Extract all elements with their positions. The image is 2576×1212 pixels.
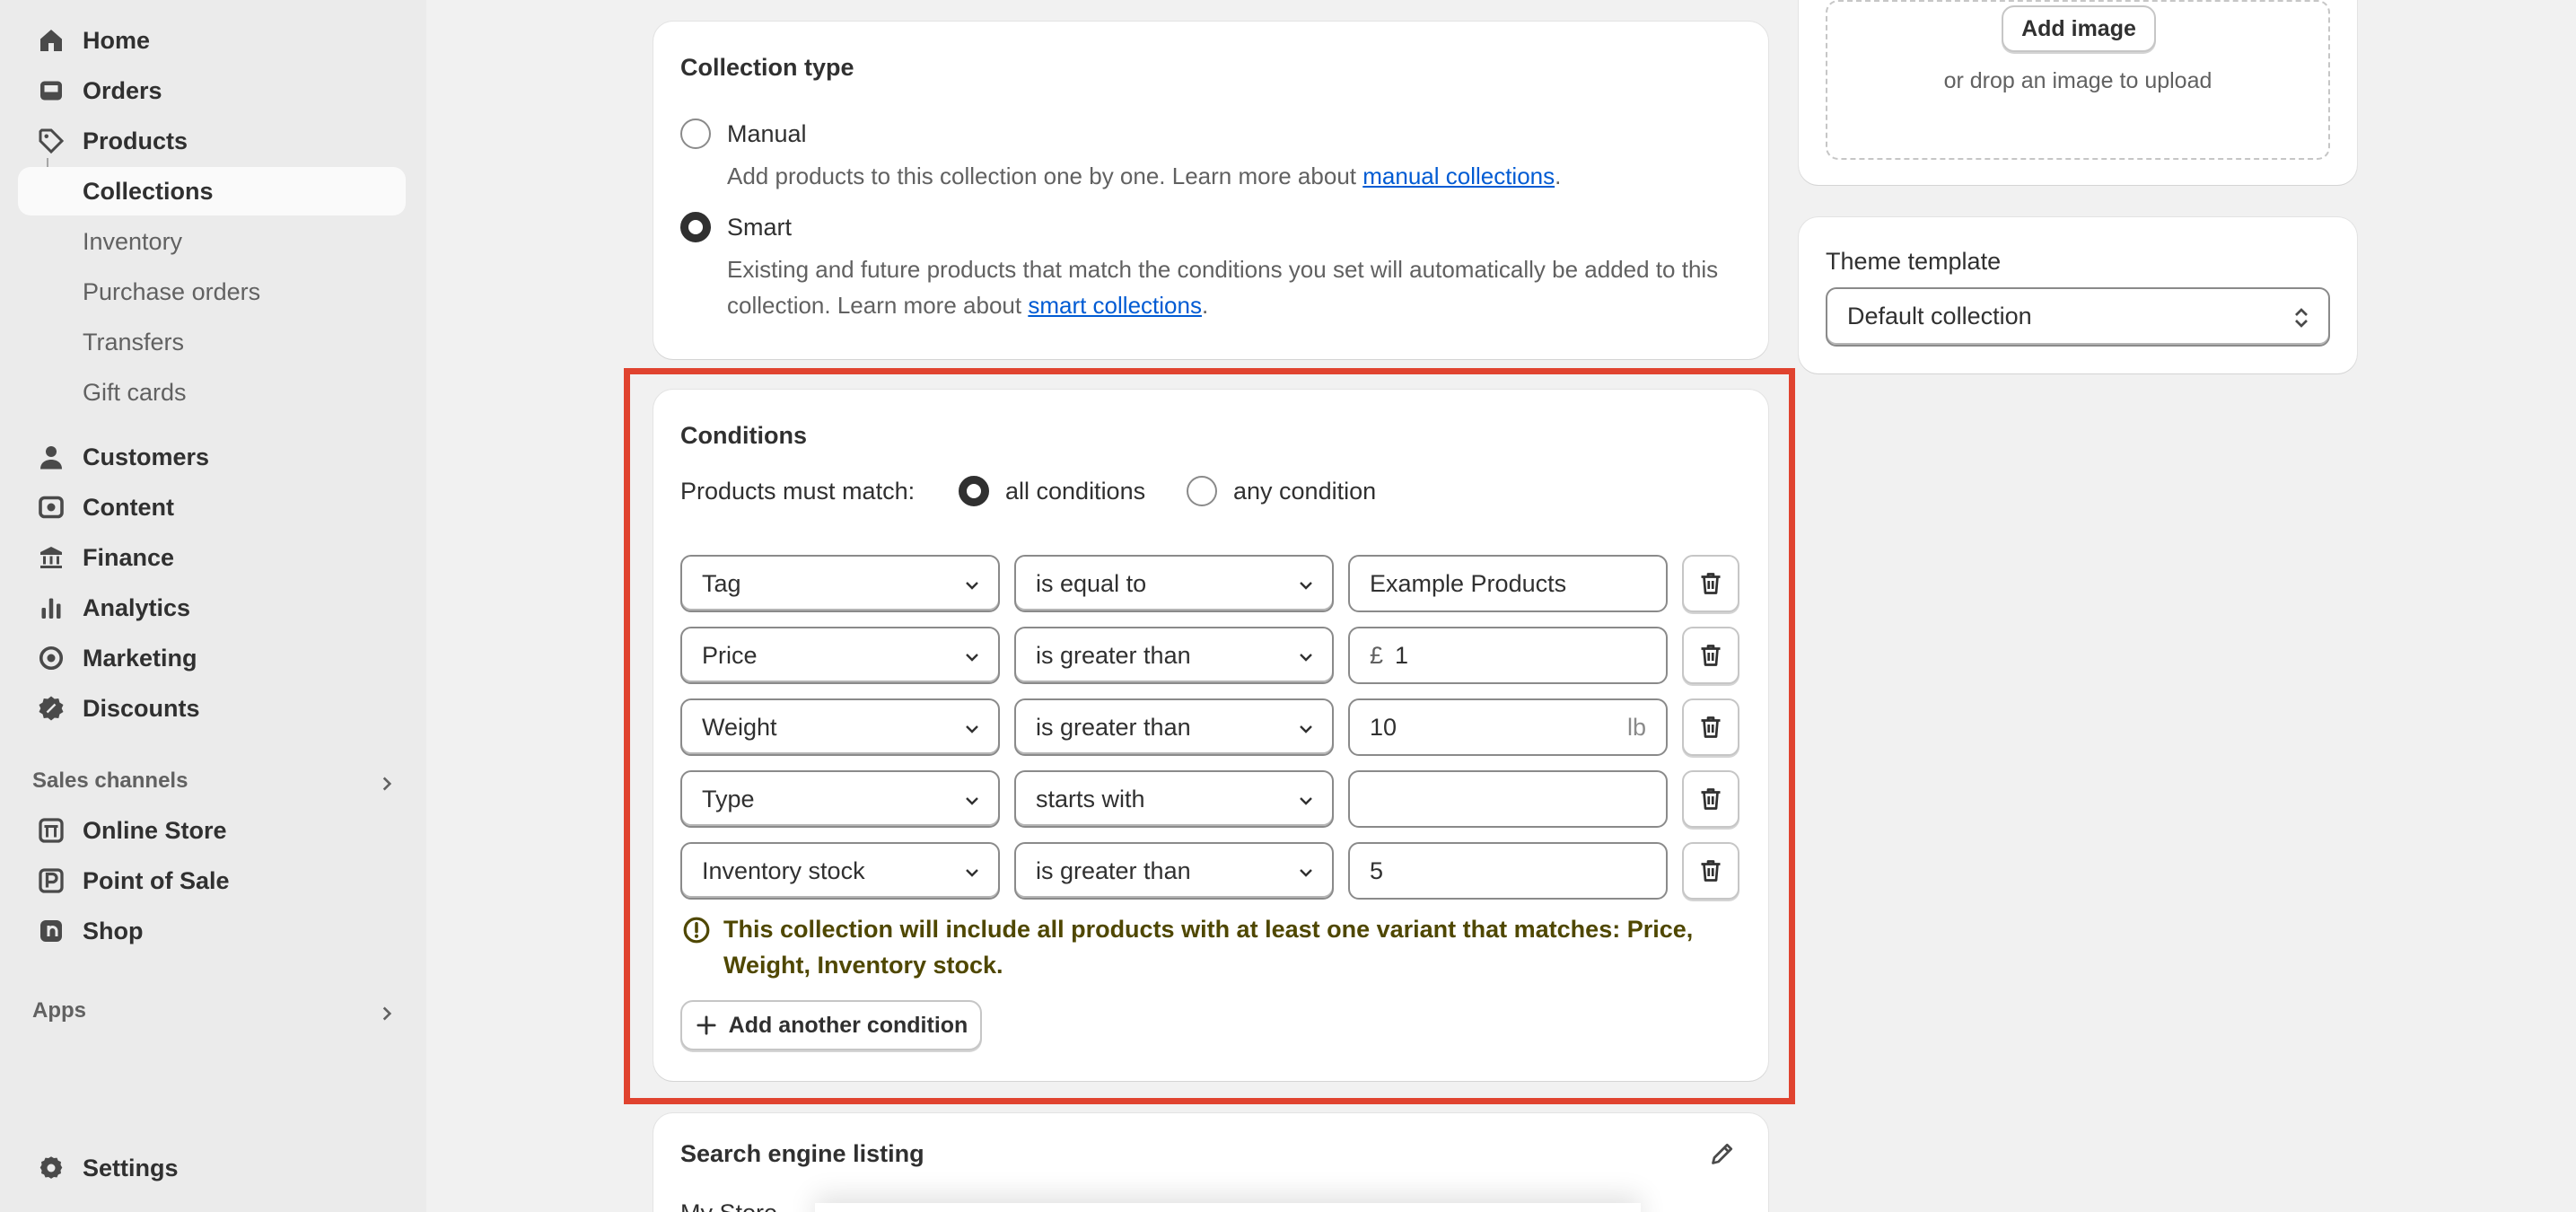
sidebar: Home Orders Products Collections Invento… — [0, 0, 426, 1212]
manual-description: Add products to this collection one by o… — [727, 162, 1562, 189]
sidebar-item-home[interactable]: Home — [18, 16, 406, 65]
edit-pencil-icon[interactable] — [1709, 1140, 1736, 1167]
manual-label: Manual — [727, 120, 807, 147]
sidebar-item-transfers[interactable]: Transfers — [18, 318, 406, 366]
sidebar-item-discounts[interactable]: Discounts — [18, 684, 406, 733]
select-value: Default collection — [1847, 303, 2032, 329]
collection-type-card: Collection type Manual Add products to t… — [653, 22, 1768, 359]
sidebar-item-label: Gift cards — [83, 378, 187, 406]
smart-radio[interactable] — [680, 212, 711, 242]
sidebar-item-label: Customers — [83, 443, 210, 470]
manual-description-text: Add products to this collection one by o… — [727, 162, 1356, 189]
sidebar-item-settings[interactable]: Settings — [18, 1144, 406, 1192]
shop-icon — [36, 916, 66, 946]
smart-label: Smart — [727, 214, 793, 241]
pos-icon — [36, 865, 66, 896]
sidebar-item-inventory[interactable]: Inventory — [18, 217, 406, 266]
discount-icon — [36, 693, 66, 724]
sidebar-item-label: Content — [83, 493, 174, 521]
sidebar-item-marketing[interactable]: Marketing — [18, 634, 406, 682]
image-dropzone[interactable]: Add image or drop an image to upload — [1826, 0, 2330, 160]
theme-template-select[interactable]: Default collection — [1826, 287, 2330, 347]
sidebar-item-finance[interactable]: Finance — [18, 533, 406, 582]
theme-template-title: Theme template — [1826, 248, 2002, 275]
sidebar-item-point-of-sale[interactable]: Point of Sale — [18, 856, 406, 905]
sidebar-item-orders[interactable]: Orders — [18, 66, 406, 115]
image-card: Add image or drop an image to upload — [1799, 0, 2357, 185]
sidebar-item-content[interactable]: Content — [18, 483, 406, 531]
sidebar-item-label: Purchase orders — [83, 277, 261, 305]
sidebar-item-label: Orders — [83, 76, 162, 104]
sidebar-item-label: Marketing — [83, 644, 197, 672]
sidebar-item-label: Analytics — [83, 593, 191, 621]
sidebar-item-customers[interactable]: Customers — [18, 433, 406, 481]
inbox-icon — [36, 75, 66, 106]
gear-icon — [36, 1153, 66, 1183]
manual-radio[interactable] — [680, 119, 711, 149]
sidebar-item-label: Products — [83, 127, 188, 154]
theme-template-card: Theme template Default collection — [1799, 217, 2357, 373]
smart-description: Existing and future products that match … — [727, 256, 1719, 319]
add-image-label: Add image — [2021, 15, 2136, 41]
drop-hint: or drop an image to upload — [1943, 68, 2212, 93]
sidebar-item-purchase-orders[interactable]: Purchase orders — [18, 268, 406, 316]
chevron-right-icon[interactable] — [377, 1004, 397, 1023]
sidebar-item-label: Discounts — [83, 694, 200, 722]
sidebar-item-shop[interactable]: Shop — [18, 907, 406, 955]
person-icon — [36, 442, 66, 472]
bank-icon — [36, 542, 66, 573]
smart-description-text: Existing and future products that match … — [727, 256, 1719, 319]
bar-chart-icon — [36, 593, 66, 623]
seo-card: Search engine listing My Store — [653, 1113, 1768, 1212]
target-icon — [36, 643, 66, 673]
sidebar-item-products[interactable]: Products — [18, 117, 406, 165]
sidebar-item-label: Online Store — [83, 816, 227, 844]
sidebar-item-collections[interactable]: Collections — [18, 167, 406, 215]
sidebar-item-online-store[interactable]: Online Store — [18, 806, 406, 855]
sidebar-item-label: Finance — [83, 543, 175, 571]
sidebar-item-label: Home — [83, 26, 151, 54]
card-title: Search engine listing — [680, 1140, 924, 1167]
sidebar-item-label: Inventory — [83, 227, 183, 255]
smart-collections-link[interactable]: smart collections — [1028, 292, 1202, 319]
highlight-outline — [624, 368, 1795, 1104]
add-image-button[interactable]: Add image — [2002, 5, 2156, 52]
store-name: My Store — [680, 1199, 777, 1212]
sidebar-item-label: Point of Sale — [83, 866, 230, 894]
store-icon — [36, 815, 66, 846]
home-icon — [36, 25, 66, 56]
chevron-right-icon[interactable] — [377, 774, 397, 794]
sidebar-item-label: Collections — [83, 177, 214, 205]
card-title: Collection type — [680, 54, 854, 81]
select-arrows-icon — [2295, 308, 2308, 328]
sidebar-item-label: Shop — [83, 917, 144, 944]
sales-channels-title: Sales channels — [32, 768, 188, 793]
manual-collections-link[interactable]: manual collections — [1362, 162, 1555, 189]
sidebar-item-label: Transfers — [83, 328, 185, 356]
sidebar-item-analytics[interactable]: Analytics — [18, 584, 406, 632]
sidebar-item-label: Settings — [83, 1154, 179, 1181]
fade-overlay — [815, 1203, 1641, 1212]
apps-title: Apps — [32, 998, 86, 1023]
tag-icon — [36, 126, 66, 156]
image-icon — [36, 492, 66, 523]
sidebar-item-gift-cards[interactable]: Gift cards — [18, 368, 406, 417]
